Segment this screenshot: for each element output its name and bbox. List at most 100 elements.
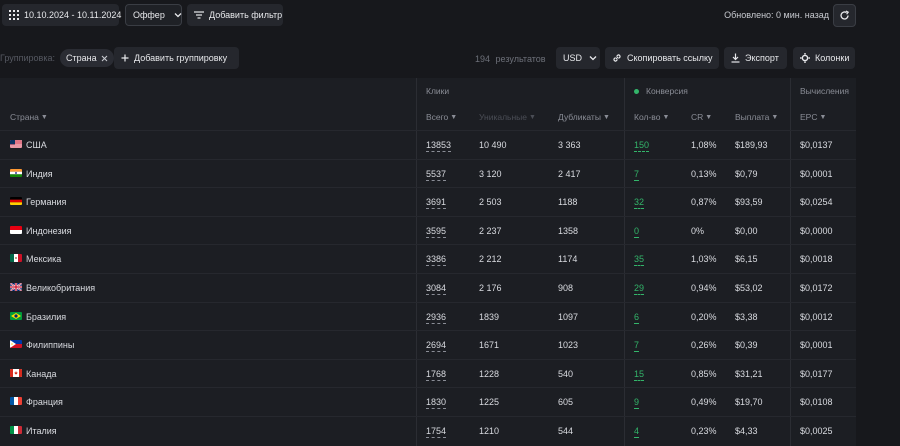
column-header-payout-label: Выплата bbox=[735, 112, 770, 122]
cell-duplicates: 2 417 bbox=[558, 168, 581, 179]
table-row: США 13853 10 490 3 363 150 1,08% $189,93 $0,013… bbox=[0, 130, 856, 159]
table-row: Индонезия 3595 2 237 1358 0 0% $0,00 $0,0000 bbox=[0, 215, 856, 245]
cell-country: США bbox=[26, 140, 47, 150]
cell-epc-wrapper: $0,0000 bbox=[800, 226, 833, 236]
cell-total-wrapper: 1768 bbox=[426, 368, 447, 381]
cell-unique-wrapper: 1225 bbox=[479, 397, 499, 407]
cell-conversion-count-wrapper: 35 bbox=[634, 254, 645, 267]
cell-total[interactable]: 13853 bbox=[426, 140, 452, 152]
cell-payout-wrapper: $6,15 bbox=[735, 254, 758, 264]
flag-br-icon bbox=[10, 311, 22, 320]
flag-ca-icon bbox=[10, 368, 22, 377]
cell-payout-wrapper: $0,00 bbox=[735, 226, 758, 236]
cell-conversion-count-wrapper: 7 bbox=[634, 340, 640, 353]
close-icon[interactable] bbox=[101, 55, 108, 62]
cell-country: Индия bbox=[26, 168, 53, 179]
cell-total-wrapper: 3386 bbox=[426, 254, 447, 267]
cell-conversion-count-wrapper: 15 bbox=[634, 368, 645, 381]
cell-unique: 1210 bbox=[479, 426, 500, 436]
cell-conversion-count[interactable]: 15 bbox=[634, 368, 645, 381]
group-header-conversion-label: Конверсия bbox=[646, 86, 688, 96]
cell-duplicates: 540 bbox=[558, 368, 574, 379]
columns-button[interactable]: Колонки bbox=[793, 47, 855, 69]
add-grouping-button[interactable]: Добавить группировку bbox=[114, 47, 239, 69]
currency-select[interactable]: USD bbox=[556, 47, 600, 69]
flag-ph-icon bbox=[10, 340, 22, 349]
column-header-cr-label: CR bbox=[691, 112, 704, 122]
cell-conversion-count[interactable]: 7 bbox=[634, 168, 640, 181]
cell-country: Индонезия bbox=[26, 225, 72, 236]
refresh-icon bbox=[839, 10, 850, 21]
table-row: Бразилия 2936 1839 1097 6 0,20% $3,38 $0,0012 bbox=[0, 301, 856, 331]
cell-conversion-count[interactable]: 29 bbox=[634, 283, 645, 295]
cell-total[interactable]: 5537 bbox=[426, 168, 447, 181]
cell-duplicates: 1097 bbox=[558, 311, 579, 322]
add-filter-button[interactable]: Добавить фильтр bbox=[187, 4, 283, 26]
refresh-button[interactable] bbox=[833, 4, 856, 27]
cell-payout-wrapper: $0,79 bbox=[735, 169, 758, 179]
cell-unique: 3 120 bbox=[479, 168, 502, 179]
cell-conversion-count[interactable]: 4 bbox=[634, 426, 640, 438]
cell-total-wrapper: 3084 bbox=[426, 283, 447, 295]
cell-conversion-count-wrapper: 29 bbox=[634, 283, 645, 295]
cell-conversion-count-wrapper: 4 bbox=[634, 426, 640, 438]
cell-unique: 2 176 bbox=[479, 283, 502, 293]
cell-cr: 0,26% bbox=[691, 340, 717, 351]
export-button[interactable]: Экспорт bbox=[724, 47, 787, 69]
column-header-epc[interactable]: EPC ▼ bbox=[800, 112, 826, 122]
cell-total[interactable]: 3691 bbox=[426, 197, 447, 210]
cell-unique: 2 503 bbox=[479, 197, 502, 208]
table-row: Мексика 3386 2 212 1174 35 1,03% $6,15 $0,0018 bbox=[0, 244, 856, 273]
column-header-payout[interactable]: Выплата ▼ bbox=[735, 112, 778, 122]
cell-total[interactable]: 3084 bbox=[426, 283, 447, 295]
column-header-total-label: Всего bbox=[426, 112, 449, 122]
group-header-calculations: Вычисления bbox=[800, 86, 849, 96]
cell-duplicates-wrapper: 908 bbox=[558, 283, 573, 293]
cell-unique-wrapper: 1671 bbox=[479, 340, 499, 350]
cell-epc: $0,0254 bbox=[800, 197, 833, 208]
cell-total[interactable]: 1830 bbox=[426, 397, 447, 410]
column-header-unique[interactable]: Уникальные ▼ bbox=[479, 112, 536, 122]
cell-conversion-count[interactable]: 6 bbox=[634, 311, 640, 324]
column-header-count[interactable]: Кол-во ▼ bbox=[634, 112, 669, 122]
cell-conversion-count[interactable]: 0 bbox=[634, 225, 640, 238]
offer-select[interactable]: Оффер bbox=[125, 4, 182, 26]
date-range-picker[interactable]: 10.10.2024 - 10.11.2024 bbox=[2, 4, 121, 26]
cell-total[interactable]: 1768 bbox=[426, 368, 447, 381]
calendar-grid-icon bbox=[9, 10, 19, 20]
cell-cr: 0,85% bbox=[691, 368, 717, 379]
cell-total[interactable]: 3595 bbox=[426, 225, 447, 238]
cell-payout-wrapper: $0,39 bbox=[735, 340, 758, 350]
cell-cr: 0,20% bbox=[691, 311, 717, 322]
cell-duplicates-wrapper: 1174 bbox=[558, 254, 577, 264]
column-header-country[interactable]: Страна ▼ bbox=[10, 112, 48, 122]
cell-conversion-count[interactable]: 35 bbox=[634, 254, 645, 267]
cell-epc-wrapper: $0,0018 bbox=[800, 254, 833, 264]
export-label: Экспорт bbox=[745, 53, 779, 63]
cell-payout: $31,21 bbox=[735, 368, 763, 379]
copy-link-button[interactable]: Скопировать ссылку bbox=[605, 47, 719, 69]
cell-conversion-count[interactable]: 32 bbox=[634, 197, 645, 210]
cell-unique-wrapper: 1210 bbox=[479, 426, 499, 436]
cell-cr-wrapper: 0,49% bbox=[691, 397, 717, 407]
cell-total[interactable]: 1754 bbox=[426, 426, 447, 438]
cell-conversion-count[interactable]: 150 bbox=[634, 140, 650, 152]
table-row: Франция 1830 1225 605 9 0,49% $19,70 $0,0108 bbox=[0, 387, 856, 416]
column-header-duplicates[interactable]: Дубликаты ▼ bbox=[558, 112, 610, 122]
sort-caret-icon: ▼ bbox=[819, 113, 827, 121]
cell-conversion-count[interactable]: 9 bbox=[634, 397, 640, 410]
cell-duplicates-wrapper: 1358 bbox=[558, 226, 578, 236]
grouping-chip-country[interactable]: Страна bbox=[60, 49, 114, 67]
column-header-total[interactable]: Всего ▼ bbox=[426, 112, 457, 122]
cell-conversion-count[interactable]: 7 bbox=[634, 340, 640, 353]
cell-payout: $0,00 bbox=[735, 225, 758, 236]
cell-total[interactable]: 2694 bbox=[426, 340, 447, 353]
cell-total[interactable]: 3386 bbox=[426, 254, 447, 267]
flag-fr-icon bbox=[10, 397, 22, 406]
cell-duplicates-wrapper: 3 363 bbox=[558, 140, 581, 150]
column-header-cr[interactable]: CR ▼ bbox=[691, 112, 712, 122]
cell-total-wrapper: 2936 bbox=[426, 311, 447, 324]
cell-total[interactable]: 2936 bbox=[426, 311, 447, 324]
table-column-header: Страна ▼ Всего ▼ Уникальные ▼ Дубликаты ▼ Ко… bbox=[0, 102, 856, 130]
sort-caret-icon: ▼ bbox=[705, 113, 713, 121]
